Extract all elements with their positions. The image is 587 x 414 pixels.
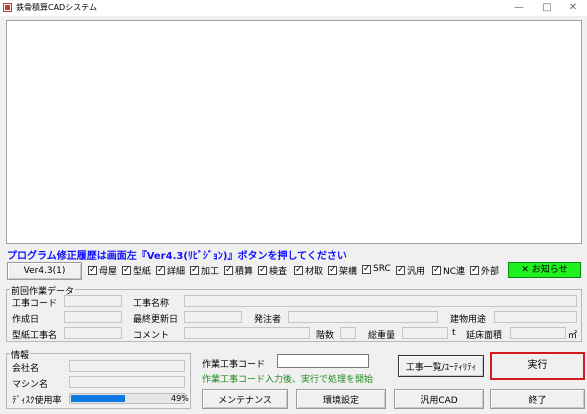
checkbox-checked-icon[interactable] [362,263,371,275]
disk-usage-fill [71,395,125,402]
project-code-field [64,295,122,307]
floors-label: 階数 [316,331,335,341]
checkbox-checked-icon[interactable] [88,264,97,276]
checkbox-checked-icon[interactable] [258,264,267,276]
total-weight-field [402,327,448,339]
checkbox-checked-icon[interactable] [156,264,165,276]
environment-button[interactable]: 環境設定 [296,389,386,409]
drawing-project-field [64,327,122,339]
general-cad-button[interactable]: 汎用CAD [394,389,484,409]
project-code-label: 工事コード [12,299,58,309]
floors-field [340,327,356,339]
module-checkbox-label: 母屋 [99,267,118,277]
building-use-label: 建物用途 [450,315,487,325]
info-title: 情報 [10,348,31,361]
client-label: 発注者 [254,315,282,325]
total-weight-label: 総重量 [368,331,396,341]
module-checkbox[interactable]: 材取 [294,264,323,277]
project-name-label: 工事名称 [133,299,170,309]
comment-label: コメント [133,331,170,341]
work-code-hint: 作業工事コード入力後、実行で処理を開始 [202,375,374,385]
checkbox-checked-icon[interactable] [328,264,337,276]
disk-usage-percent: 49% [171,394,189,403]
execute-button[interactable]: 実行 [490,352,585,380]
machine-label: マシン名 [12,380,49,390]
maximize-button[interactable]: □ [533,0,561,16]
disk-usage-label: ﾃﾞｨｽｸ使用率 [12,396,62,406]
last-updated-label: 最終更新日 [133,315,179,325]
module-checkbox[interactable]: 型紙 [122,264,151,277]
module-checkbox[interactable]: 詳細 [156,264,185,277]
last-updated-field [184,311,242,323]
work-code-input[interactable] [277,354,369,368]
disk-usage-bar [69,393,185,404]
app-icon [3,3,12,12]
log-area[interactable] [6,20,582,244]
module-checkbox[interactable]: 加工 [190,264,219,277]
window-title: 鉄骨積算CADシステム [16,3,97,12]
module-checkbox-label: SRC [373,264,391,274]
checkbox-checked-icon[interactable] [396,264,405,276]
checkbox-checked-icon[interactable] [224,264,233,276]
module-checkbox[interactable]: 母屋 [88,264,117,277]
close-button[interactable]: ✕ [559,0,587,16]
checkbox-checked-icon[interactable] [294,264,303,276]
machine-field [69,376,185,388]
module-checkbox[interactable]: NC連 [432,264,465,277]
module-checkbox-label: 外部 [481,267,500,277]
created-field [64,311,122,323]
module-checkbox[interactable]: 架構 [328,264,357,277]
module-checkbox-label: 加工 [201,267,220,277]
drawing-project-label: 型紙工事名 [12,331,58,341]
floor-area-field [510,327,566,339]
module-checkbox-label: 詳細 [167,267,186,277]
checkbox-checked-icon[interactable] [432,264,441,276]
created-label: 作成日 [12,315,40,325]
module-checkbox[interactable]: 汎用 [396,264,425,277]
project-name-field [184,295,577,307]
floor-area-label: 延床面積 [466,331,503,341]
weight-unit: t [452,328,456,338]
project-list-button[interactable]: 工事一覧/ﾕｰﾃｨﾘﾃｨ [398,355,484,377]
exit-button[interactable]: 終了 [490,389,585,409]
area-unit: ㎡ [568,331,578,341]
maintenance-button[interactable]: メンテナンス [202,389,288,409]
building-use-field [494,311,577,323]
module-checkbox-label: NC連 [443,267,466,277]
module-checkbox[interactable]: 積算 [224,264,253,277]
module-checkbox[interactable]: 外部 [470,264,499,277]
work-code-label: 作業工事コード [202,360,266,370]
module-checkbox[interactable]: SRC [362,263,391,275]
module-checkbox-label: 検査 [269,267,288,277]
comment-field [184,327,310,339]
title-bar: 鉄骨積算CADシステム — □ ✕ [0,0,587,16]
module-checkbox[interactable]: 検査 [258,264,287,277]
minimize-button[interactable]: — [505,0,533,16]
module-checkbox-label: 汎用 [407,267,426,277]
module-checkbox-label: 材取 [305,267,324,277]
checkbox-checked-icon[interactable] [470,264,479,276]
company-field [69,360,185,372]
module-checkbox-label: 架構 [339,267,358,277]
checkbox-checked-icon[interactable] [122,264,131,276]
version-button[interactable]: Ver4.3(1) [7,262,82,280]
module-checkbox-label: 積算 [235,267,254,277]
checkbox-checked-icon[interactable] [190,264,199,276]
revision-notice: プログラム修正履歴は画面左『Ver4.3(ﾘﾋﾞｼﾞｮﾝ)』ボタンを押してくださ… [7,251,347,262]
notice-button[interactable]: ✕ お知らせ [508,262,581,278]
company-label: 会社名 [12,364,40,374]
module-checkbox-label: 型紙 [133,267,152,277]
client-field [288,311,438,323]
